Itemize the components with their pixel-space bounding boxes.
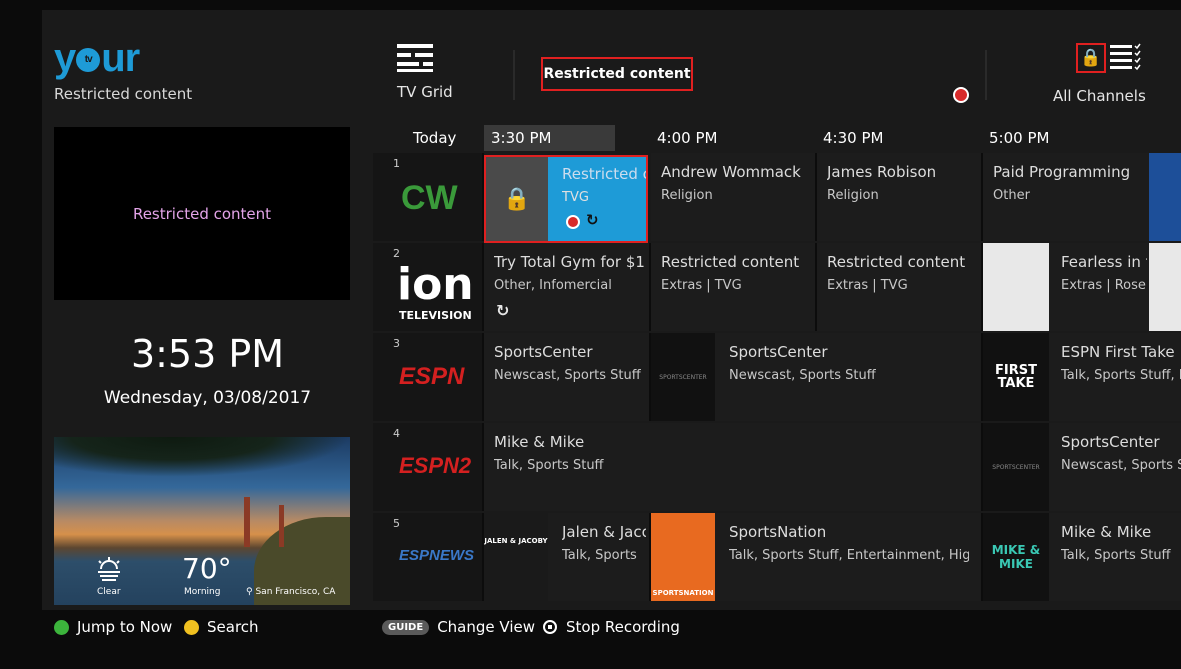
- program-cell[interactable]: Fearless in t Extras | Rose: [983, 243, 1181, 331]
- guide-panel: TV Grid Restricted content 🔒 All Channel…: [373, 10, 1181, 610]
- guide-key-icon: GUIDE: [382, 619, 430, 635]
- channel-row: 2 ion TELEVISION Try Total Gym for $14 O…: [373, 243, 1181, 331]
- ion-logo: ion: [397, 259, 474, 310]
- program-cell[interactable]: Restricted content Extras | TVG: [651, 243, 817, 331]
- bridge-tower: [244, 497, 250, 547]
- search-button[interactable]: Search: [184, 618, 259, 636]
- channel-cell[interactable]: 1 CW: [373, 153, 484, 241]
- program-cell[interactable]: Try Total Gym for $14 Other, Infomercial…: [484, 243, 651, 331]
- series-record-icon: ↻: [586, 211, 599, 229]
- bridge-tower: [279, 505, 284, 547]
- record-icon: [566, 215, 580, 229]
- program-cell[interactable]: SPORTSNATION SportsNation Talk, Sports S…: [651, 513, 983, 601]
- jump-to-now-button[interactable]: Jump to Now: [54, 618, 172, 636]
- weather-widget: 70° Clear Morning ⚲ San Francisco, CA: [54, 437, 350, 605]
- change-view-hint[interactable]: GUIDE Change View: [382, 618, 535, 636]
- program-cell[interactable]: FIRST TAKE ESPN First Take Talk, Sports …: [983, 333, 1181, 421]
- series-record-icon: ↻: [496, 301, 510, 320]
- tree-silhouette: [54, 437, 350, 477]
- program-cell[interactable]: Restricted content Extras | TVG: [817, 243, 983, 331]
- time-slot: 3:30 PM: [491, 129, 552, 147]
- time-slot: 5:00 PM: [989, 129, 1050, 147]
- current-program-title: Restricted content: [54, 85, 193, 103]
- jump-to-now-label: Jump to Now: [77, 618, 173, 636]
- program-thumbnail: SPORTSCENTER: [651, 333, 715, 421]
- video-preview: Restricted content: [54, 127, 350, 300]
- channel-row: 4 ESPN2 Mike & Mike Talk, Sports Stuff S…: [373, 423, 1181, 511]
- espn2-logo: ESPN2: [399, 453, 472, 478]
- stop-button-icon: [543, 620, 557, 634]
- channel-row: 1 CW 🔒 Restricted content TVG ↻ Andrew W…: [373, 153, 1181, 243]
- program-cell-selected[interactable]: 🔒 Restricted content TVG ↻: [484, 155, 648, 243]
- sun-icon: [96, 557, 122, 587]
- program-cell[interactable]: James Robison Religion: [817, 153, 983, 241]
- provider-logo: y tv ur: [54, 36, 140, 80]
- program-thumbnail: SPORTSNATION: [651, 513, 715, 601]
- green-button-icon: [54, 619, 69, 635]
- view-label: TV Grid: [397, 83, 453, 101]
- search-label: Search: [207, 618, 259, 636]
- record-icon: [953, 87, 969, 103]
- lock-icon: 🔒: [486, 157, 548, 241]
- time-slot: 4:30 PM: [823, 129, 884, 147]
- program-cell[interactable]: Paid Programming Other: [983, 153, 1181, 241]
- program-cell[interactable]: Andrew Wommack Religion: [651, 153, 817, 241]
- weather-location: ⚲ San Francisco, CA: [246, 587, 336, 597]
- program-cell[interactable]: SPORTSCENTER SportsCenter Newscast, Spor…: [983, 423, 1181, 511]
- clock: 3:53 PM: [130, 332, 285, 376]
- channel-row: 5 ESPNEWS JALEN & JACOBY Jalen & Jaco Ta…: [373, 513, 1181, 601]
- time-slot: 4:00 PM: [657, 129, 718, 147]
- stop-recording-hint[interactable]: Stop Recording: [543, 618, 680, 636]
- program-thumbnail: FIRST TAKE: [983, 333, 1049, 421]
- channel-list-icon[interactable]: [1110, 43, 1142, 73]
- espn-logo: ESPN: [399, 363, 465, 390]
- cw-logo: CW: [401, 179, 458, 217]
- info-panel: y tv ur Restricted content Restricted cont…: [42, 10, 373, 610]
- channel-row: 3 ESPN SportsCenter Newscast, Sports Stu…: [373, 333, 1181, 421]
- program-cell[interactable]: MIKE & MIKE Mike & Mike Talk, Sports Stu…: [983, 513, 1181, 601]
- espnews-logo: ESPNEWS: [399, 547, 475, 564]
- channel-cell[interactable]: 5 ESPNEWS: [373, 513, 484, 601]
- program-thumbnail: [1149, 243, 1181, 331]
- restricted-header: Restricted content: [541, 57, 693, 91]
- date: Wednesday, 03/08/2017: [103, 388, 312, 408]
- program-thumbnail: [983, 243, 1049, 331]
- grid-icon: [397, 44, 433, 72]
- program-thumbnail: JALEN & JACOBY: [484, 513, 548, 601]
- program-thumbnail: [1149, 153, 1181, 241]
- view-toggle[interactable]: [397, 42, 433, 76]
- lock-icon[interactable]: 🔒: [1076, 43, 1106, 73]
- preview-restricted-text: Restricted content: [132, 204, 272, 223]
- weather-period: Morning: [184, 587, 221, 597]
- program-cell[interactable]: SPORTSCENTER SportsCenter Newscast, Spor…: [651, 333, 983, 421]
- location-pin-icon: ⚲: [246, 587, 253, 597]
- channel-cell[interactable]: 4 ESPN2: [373, 423, 484, 511]
- day-label: Today: [413, 129, 457, 147]
- channel-cell[interactable]: 2 ion TELEVISION: [373, 243, 484, 331]
- temperature: 70°: [182, 552, 232, 585]
- program-cell[interactable]: SportsCenter Newscast, Sports Stuff: [484, 333, 651, 421]
- channel-cell[interactable]: 3 ESPN: [373, 333, 484, 421]
- program-cell[interactable]: Mike & Mike Talk, Sports Stuff: [484, 423, 983, 511]
- yellow-button-icon: [184, 619, 199, 635]
- channel-filter-label: All Channels: [1053, 87, 1146, 105]
- program-thumbnail: SPORTSCENTER: [983, 423, 1049, 511]
- program-thumbnail: MIKE & MIKE: [983, 513, 1049, 601]
- program-cell[interactable]: JALEN & JACOBY Jalen & Jaco Talk, Sports: [484, 513, 651, 601]
- weather-condition: Clear: [97, 587, 121, 597]
